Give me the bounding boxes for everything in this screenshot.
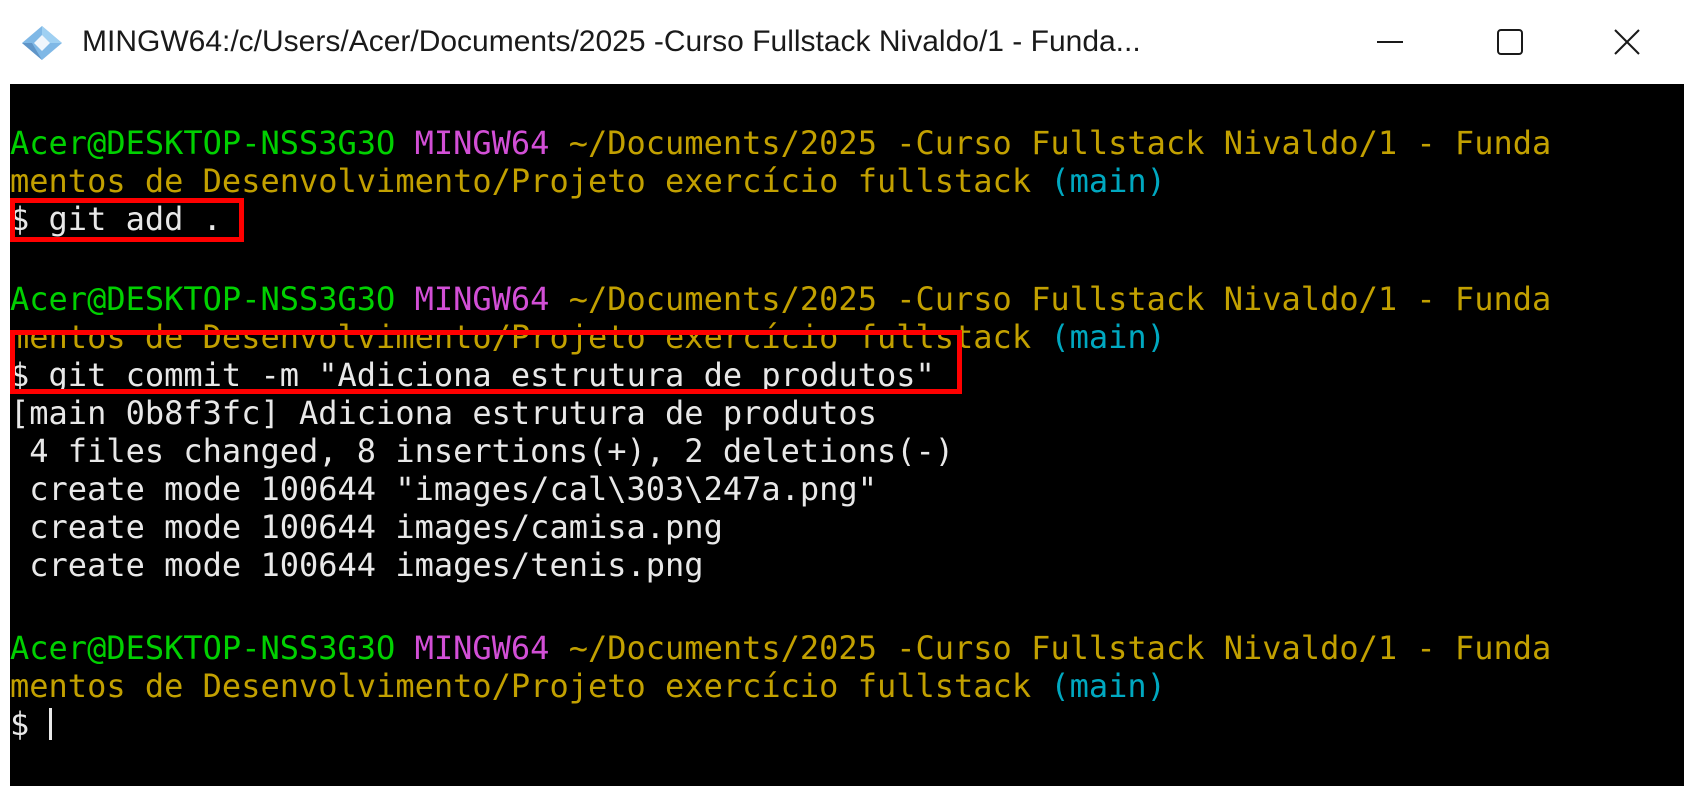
- maximize-button[interactable]: [1450, 0, 1570, 84]
- prompt-user-host: Acer@DESKTOP-NSS3G3O: [10, 280, 396, 318]
- output-line: create mode 100644 images/camisa.png: [10, 508, 723, 546]
- prompt-line: mentos de Desenvolvimento/Projeto exercí…: [10, 667, 1166, 705]
- prompt-path: mentos de Desenvolvimento/Projeto exercí…: [10, 667, 1032, 705]
- prompt-branch: (main): [1050, 667, 1166, 705]
- prompt-line: mentos de Desenvolvimento/Projeto exercí…: [10, 162, 1166, 200]
- output-line: create mode 100644 images/tenis.png: [10, 546, 704, 584]
- output-line: create mode 100644 "images/cal\303\247a.…: [10, 470, 877, 508]
- terminal-window: MINGW64:/c/Users/Acer/Documents/2025 -Cu…: [0, 0, 1684, 786]
- output-line: [main 0b8f3fc] Adiciona estrutura de pro…: [10, 394, 877, 432]
- prompt-line: Acer@DESKTOP-NSS3G3O MINGW64 ~/Documents…: [10, 124, 1551, 162]
- text-cursor: [48, 708, 52, 740]
- prompt-path: ~/Documents/2025 -Curso Fullstack Nivald…: [568, 280, 1552, 318]
- close-icon: [1614, 29, 1640, 55]
- highlight-git-add: [10, 198, 244, 242]
- title-bar[interactable]: MINGW64:/c/Users/Acer/Documents/2025 -Cu…: [0, 0, 1684, 84]
- output-line: 4 files changed, 8 insertions(+), 2 dele…: [10, 432, 955, 470]
- minimize-icon: [1377, 41, 1403, 43]
- terminal-output[interactable]: Acer@DESKTOP-NSS3G3O MINGW64 ~/Documents…: [10, 84, 1684, 786]
- maximize-icon: [1497, 29, 1523, 55]
- window-title: MINGW64:/c/Users/Acer/Documents/2025 -Cu…: [82, 25, 1141, 58]
- prompt-user-host: Acer@DESKTOP-NSS3G3O: [10, 629, 396, 667]
- highlight-git-commit: [10, 330, 962, 394]
- command-prompt: $: [10, 705, 49, 743]
- prompt-shell: MINGW64: [414, 629, 550, 667]
- git-bash-icon: [22, 26, 62, 60]
- minimize-button[interactable]: [1330, 0, 1450, 84]
- prompt-line: Acer@DESKTOP-NSS3G3O MINGW64 ~/Documents…: [10, 280, 1551, 318]
- prompt-user-host: Acer@DESKTOP-NSS3G3O: [10, 124, 396, 162]
- prompt-branch: (main): [1050, 318, 1166, 356]
- prompt-shell: MINGW64: [414, 280, 550, 318]
- prompt-branch: (main): [1050, 162, 1166, 200]
- prompt-path: ~/Documents/2025 -Curso Fullstack Nivald…: [568, 124, 1552, 162]
- input-line[interactable]: $: [10, 705, 52, 743]
- prompt-shell: MINGW64: [414, 124, 550, 162]
- close-button[interactable]: [1570, 0, 1684, 84]
- prompt-path: mentos de Desenvolvimento/Projeto exercí…: [10, 162, 1032, 200]
- prompt-line: Acer@DESKTOP-NSS3G3O MINGW64 ~/Documents…: [10, 629, 1551, 667]
- prompt-path: ~/Documents/2025 -Curso Fullstack Nivald…: [568, 629, 1552, 667]
